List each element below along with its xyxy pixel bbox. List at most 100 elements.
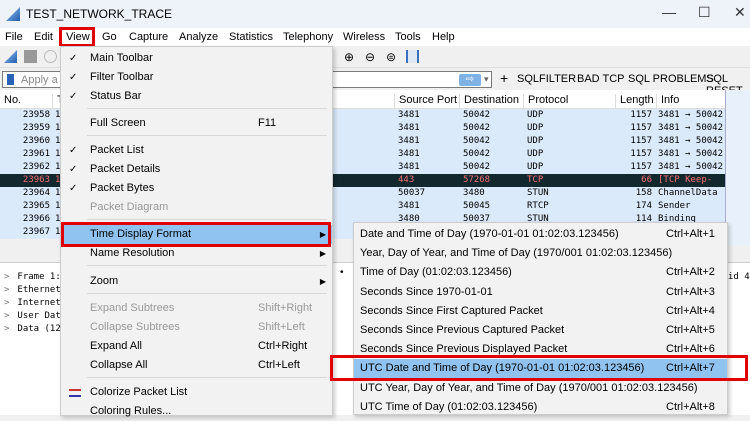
tree-item[interactable]: > Ethernet bbox=[4, 285, 61, 295]
menu-item-label: Filter Toolbar bbox=[90, 71, 154, 83]
menu-statistics[interactable]: Statistics bbox=[229, 31, 273, 43]
menu-item-label: Coloring Rules... bbox=[90, 405, 172, 417]
view-menu-item-collapse-subtrees[interactable]: Collapse Subtrees Shift+Left bbox=[61, 318, 332, 337]
menu-separator bbox=[87, 293, 327, 294]
restart-capture-icon[interactable] bbox=[44, 50, 57, 63]
chevron-right-icon[interactable]: > bbox=[4, 311, 9, 321]
menu-go[interactable]: Go bbox=[102, 31, 117, 43]
view-menu-item-zoom[interactable]: Zoom ▶ bbox=[61, 272, 332, 291]
column-length[interactable]: Length bbox=[615, 94, 654, 109]
chevron-right-icon[interactable]: > bbox=[4, 298, 9, 308]
menu-wireless[interactable]: Wireless bbox=[343, 31, 385, 43]
cell-len: 1157 bbox=[630, 110, 652, 120]
cell-dport: 50042 bbox=[463, 123, 491, 133]
cell-dport: 57268 bbox=[463, 175, 491, 185]
menu-bar: File Edit View Go Capture Analyze Statis… bbox=[0, 28, 750, 46]
tree-item[interactable]: > Frame 1: bbox=[4, 272, 61, 282]
add-filter-button[interactable]: + bbox=[500, 70, 508, 86]
cell-proto: UDP bbox=[527, 136, 544, 146]
cell-no: 23966 bbox=[22, 214, 50, 224]
view-menu-item-expand-subtrees[interactable]: Expand Subtrees Shift+Right bbox=[61, 299, 332, 318]
view-menu-item-colorize-packet-list[interactable]: Colorize Packet List bbox=[61, 383, 332, 402]
chevron-right-icon[interactable]: > bbox=[4, 324, 9, 334]
maximize-button[interactable]: ☐ bbox=[698, 4, 711, 21]
view-menu-item-filter-toolbar[interactable]: ✓ Filter Toolbar bbox=[61, 68, 332, 87]
time-format-item[interactable]: UTC Year, Day of Year, and Time of Day (… bbox=[354, 379, 727, 398]
zoom-out-icon[interactable]: ⊖ bbox=[365, 50, 378, 64]
cell-dport: 50042 bbox=[463, 136, 491, 146]
menu-edit[interactable]: Edit bbox=[34, 31, 53, 43]
time-format-item[interactable]: Seconds Since First Captured Packet Ctrl+… bbox=[354, 302, 727, 321]
menu-file[interactable]: File bbox=[5, 31, 23, 43]
menu-item-label: Colorize Packet List bbox=[90, 386, 188, 398]
view-menu-item-packet-diagram[interactable]: Packet Diagram bbox=[61, 198, 332, 217]
bookmark-icon[interactable] bbox=[7, 74, 14, 85]
view-menu-highlight-box bbox=[59, 27, 95, 47]
menu-item-label: Time of Day (01:02:03.123456) bbox=[360, 266, 512, 279]
column-no[interactable]: No. bbox=[0, 94, 21, 109]
time-format-item[interactable]: Seconds Since Previous Captured Packet Ct… bbox=[354, 321, 727, 340]
cell-dport: 50042 bbox=[463, 149, 491, 159]
view-menu-item-packet-list[interactable]: ✓ Packet List bbox=[61, 141, 332, 160]
stop-capture-icon[interactable] bbox=[24, 50, 37, 63]
column-source-port[interactable]: Source Port bbox=[394, 94, 457, 109]
filter-button-bad-tcp[interactable]: BAD TCP bbox=[577, 73, 624, 85]
checkmark-icon: ✓ bbox=[69, 183, 78, 194]
menu-item-label: Collapse Subtrees bbox=[90, 321, 180, 333]
cell-len: 1157 bbox=[630, 149, 652, 159]
chevron-right-icon[interactable]: > bbox=[4, 272, 9, 282]
view-menu-item-coloring-rules[interactable]: Coloring Rules... bbox=[61, 402, 332, 421]
menu-item-label: Packet Diagram bbox=[90, 201, 169, 213]
view-menu-item-packet-bytes[interactable]: ✓ Packet Bytes bbox=[61, 179, 332, 198]
view-menu-item-packet-details[interactable]: ✓ Packet Details bbox=[61, 160, 332, 179]
view-menu-item-status-bar[interactable]: ✓ Status Bar bbox=[61, 87, 332, 106]
time-display-format-highlight-box bbox=[61, 222, 331, 247]
submenu-arrow-icon: ▶ bbox=[319, 277, 326, 286]
cell-info: 3481 → 50042 bbox=[658, 136, 724, 146]
start-capture-icon[interactable] bbox=[4, 50, 17, 63]
zoom-in-icon[interactable]: ⊕ bbox=[344, 50, 357, 64]
filter-button-sql-problems[interactable]: SQL PROBLEMS bbox=[628, 73, 714, 85]
menu-capture[interactable]: Capture bbox=[129, 31, 168, 43]
time-format-item[interactable]: Year, Day of Year, and Time of Day (1970… bbox=[354, 244, 727, 263]
menu-item-shortcut: Ctrl+Alt+3 bbox=[666, 285, 715, 298]
resize-columns-icon[interactable] bbox=[406, 50, 419, 63]
view-menu-item-full-screen[interactable]: Full Screen F11 bbox=[61, 114, 332, 133]
cell-proto: RTCP bbox=[527, 201, 549, 211]
filter-history-dropdown-icon[interactable]: ▾ bbox=[484, 74, 489, 85]
time-format-item[interactable]: Date and Time of Day (1970-01-01 01:02:0… bbox=[354, 225, 727, 244]
minimize-button[interactable]: — bbox=[662, 4, 676, 20]
menu-analyze[interactable]: Analyze bbox=[179, 31, 218, 43]
menu-help[interactable]: Help bbox=[432, 31, 455, 43]
tree-item[interactable]: > User Dat bbox=[4, 311, 61, 321]
view-menu-item-collapse-all[interactable]: Collapse All Ctrl+Left bbox=[61, 356, 332, 375]
tree-item[interactable]: > Internet bbox=[4, 298, 61, 308]
zoom-reset-icon[interactable]: ⊜ bbox=[386, 50, 399, 64]
view-menu-item-expand-all[interactable]: Expand All Ctrl+Right bbox=[61, 337, 332, 356]
menu-tools[interactable]: Tools bbox=[395, 31, 421, 43]
tree-item[interactable]: > Data (12 bbox=[4, 324, 61, 334]
menu-item-label: Date and Time of Day (1970-01-01 01:02:0… bbox=[360, 228, 619, 240]
column-info[interactable]: Info bbox=[656, 94, 679, 109]
column-destination[interactable]: Destination bbox=[459, 94, 519, 109]
chevron-right-icon[interactable]: > bbox=[4, 285, 9, 295]
filter-button-sqlfilter[interactable]: SQLFILTER bbox=[517, 73, 576, 85]
cell-info: 3481 → 50042 bbox=[658, 149, 724, 159]
cell-no: 23959 bbox=[22, 123, 50, 133]
time-format-item[interactable]: • Time of Day (01:02:03.123456) Ctrl+Alt+2 bbox=[340, 263, 727, 282]
time-format-item[interactable]: UTC Time of Day (01:02:03.123456) Ctrl+Al… bbox=[354, 398, 727, 417]
menu-separator bbox=[87, 135, 327, 136]
time-format-item[interactable]: Seconds Since 1970-01-01 Ctrl+Alt+3 bbox=[354, 283, 727, 302]
cell-dport: 50042 bbox=[463, 110, 491, 120]
checkmark-icon: ✓ bbox=[69, 145, 78, 156]
apply-filter-arrow-icon[interactable]: ⇨ bbox=[459, 74, 481, 86]
cell-no: 23964 bbox=[22, 188, 50, 198]
packet-list-scrollbar[interactable] bbox=[725, 90, 750, 245]
close-button[interactable]: ✕ bbox=[734, 4, 746, 21]
tree-item-label: User Dat bbox=[17, 311, 61, 321]
menu-separator bbox=[87, 377, 327, 378]
column-protocol[interactable]: Protocol bbox=[523, 94, 568, 109]
view-menu-item-main-toolbar[interactable]: ✓ Main Toolbar bbox=[61, 49, 332, 68]
menu-telephony[interactable]: Telephony bbox=[283, 31, 333, 43]
cell-sport: 3481 bbox=[398, 149, 420, 159]
